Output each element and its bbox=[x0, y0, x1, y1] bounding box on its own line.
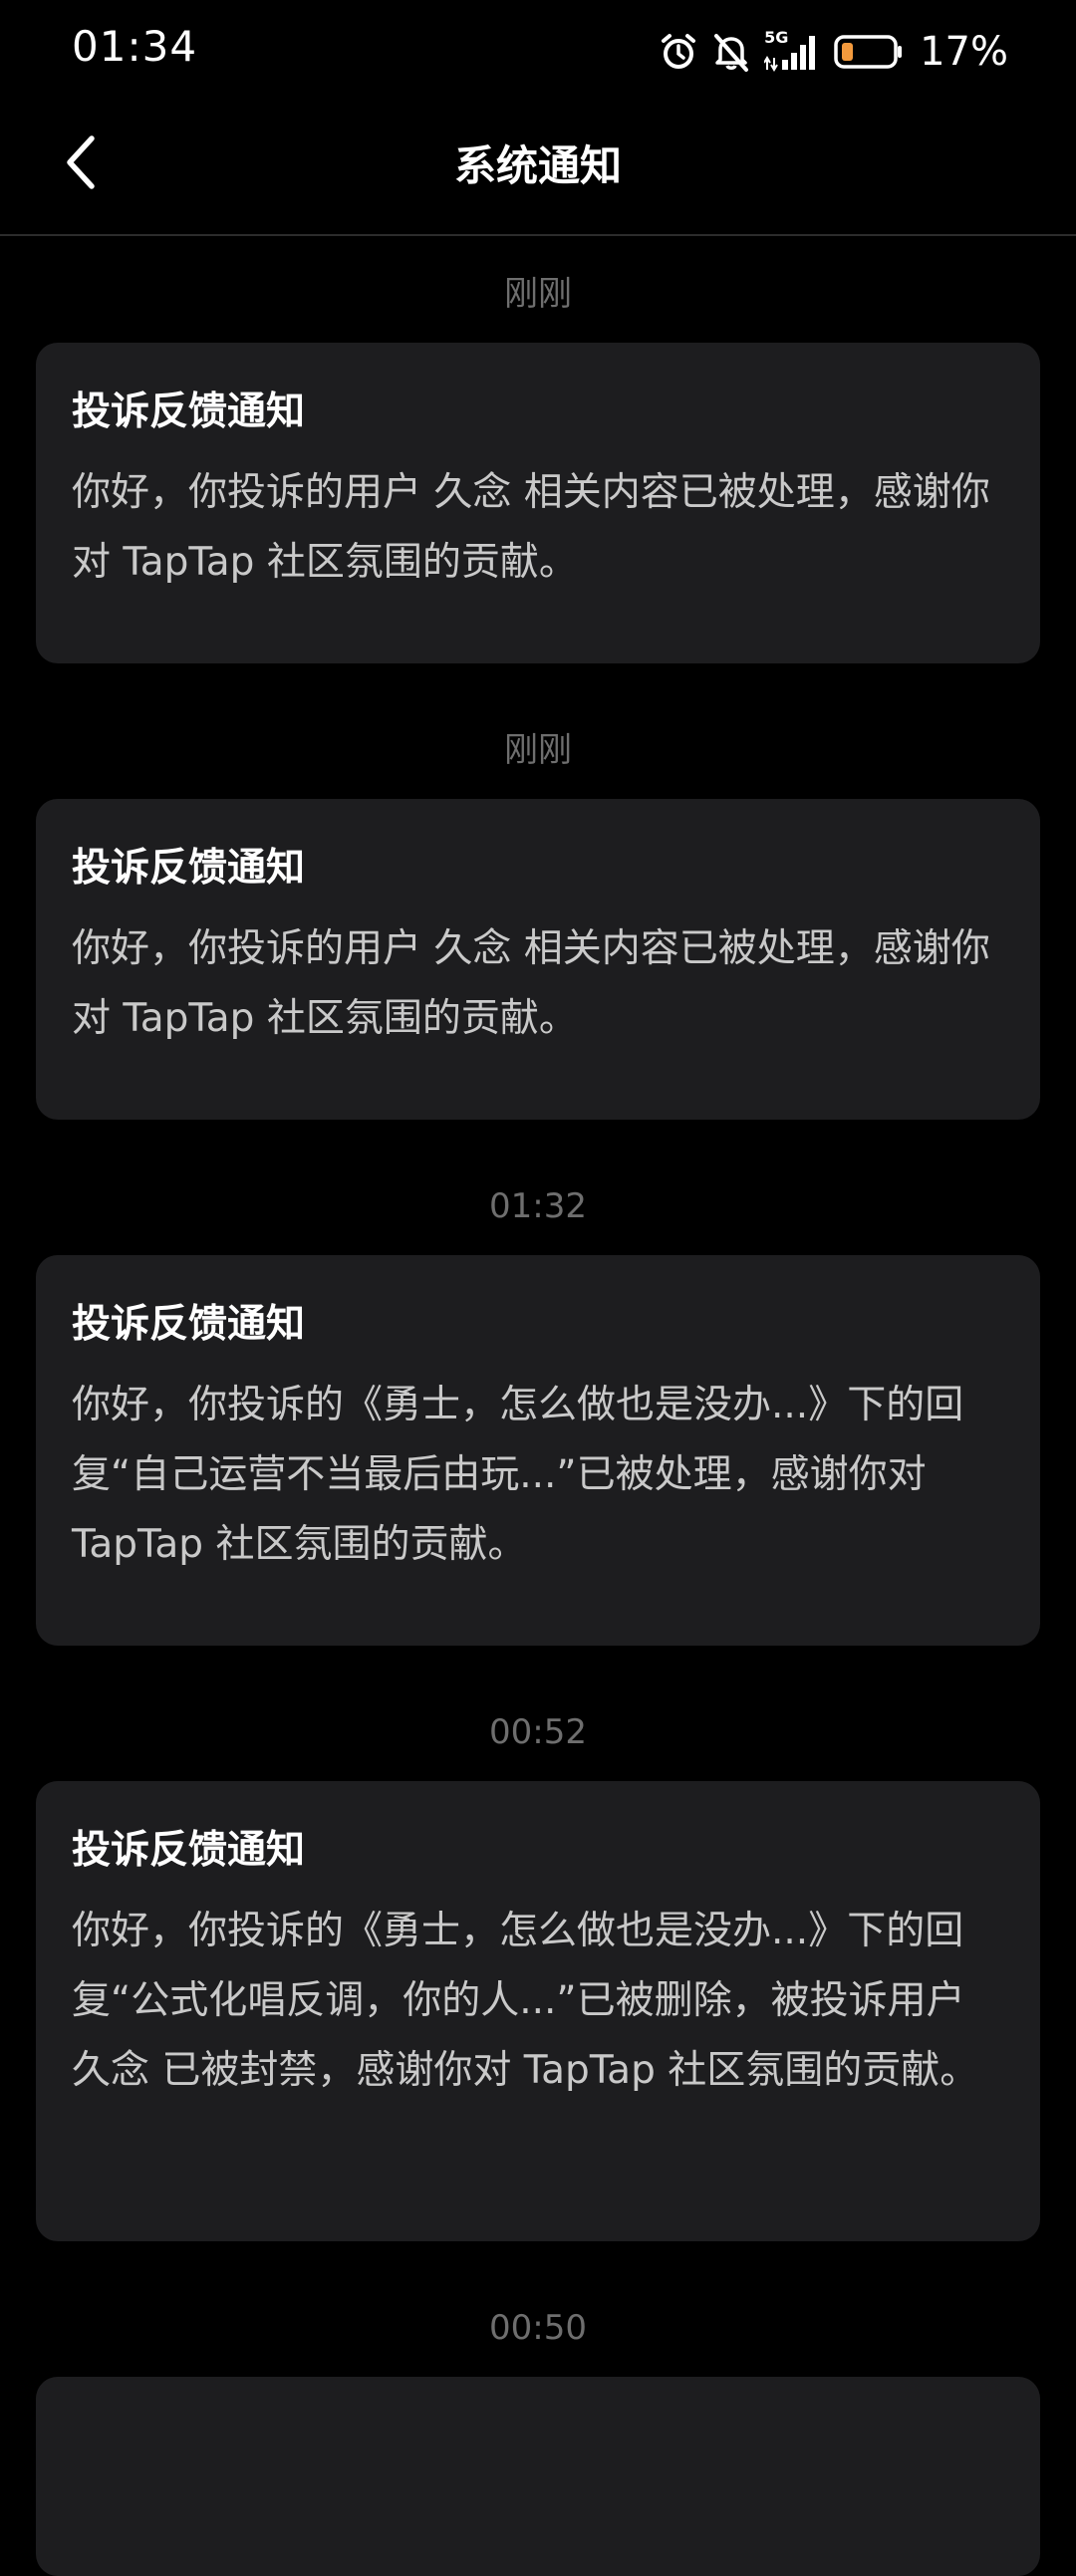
battery-icon bbox=[834, 32, 904, 72]
alarm-icon bbox=[659, 32, 698, 72]
notification-title: 投诉反馈通知 bbox=[72, 846, 306, 891]
notification-body: 你好，你投诉的《勇士，怎么做也是没办...》下的回复“公式化唱反调，你的人...… bbox=[72, 1909, 979, 2093]
notification-card[interactable]: 投诉反馈通知 你好，你投诉的用户 久念 相关内容已被处理，感谢你对 TapTap… bbox=[36, 343, 1040, 663]
status-icons: 5G 17% bbox=[659, 28, 1008, 76]
notification-title: 投诉反馈通知 bbox=[72, 389, 306, 434]
notification-feed[interactable]: 刚刚 投诉反馈通知 你好，你投诉的用户 久念 相关内容已被处理，感谢你对 Tap… bbox=[0, 236, 1076, 2576]
notification-body: 你好，你投诉的用户 久念 相关内容已被处理，感谢你对 TapTap 社区氛围的贡… bbox=[72, 470, 990, 585]
notification-card[interactable]: 投诉反馈通知 你好，你投诉的《勇士，怎么做也是没办...》下的回复“公式化唱反调… bbox=[36, 1781, 1040, 2241]
notification-time: 00:52 bbox=[489, 1712, 587, 1752]
page-title: 系统通知 bbox=[453, 141, 622, 190]
notification-title: 投诉反馈通知 bbox=[72, 1302, 306, 1347]
app-header: 系统通知 bbox=[0, 105, 1076, 236]
network-label: 5G bbox=[764, 28, 789, 47]
status-time: 01:34 bbox=[72, 22, 198, 71]
notification-card[interactable] bbox=[36, 2377, 1040, 2576]
notification-time: 刚刚 bbox=[504, 730, 572, 770]
notification-time: 01:32 bbox=[489, 1186, 587, 1226]
notification-body: 你好，你投诉的用户 久念 相关内容已被处理，感谢你对 TapTap 社区氛围的贡… bbox=[72, 926, 990, 1041]
status-bar: 01:34 5G 17% bbox=[0, 0, 1076, 105]
notification-time: 00:50 bbox=[489, 2308, 587, 2348]
notification-body: 你好，你投诉的《勇士，怎么做也是没办...》下的回复“自己运营不当最后由玩...… bbox=[72, 1383, 964, 1567]
notification-card[interactable]: 投诉反馈通知 你好，你投诉的《勇士，怎么做也是没办...》下的回复“自己运营不当… bbox=[36, 1255, 1040, 1646]
mute-bell-icon bbox=[712, 32, 750, 72]
battery-percent: 17% bbox=[920, 29, 1008, 75]
notification-card[interactable]: 投诉反馈通知 你好，你投诉的用户 久念 相关内容已被处理，感谢你对 TapTap… bbox=[36, 799, 1040, 1120]
signal-5g-icon: 5G bbox=[764, 28, 820, 72]
notification-title: 投诉反馈通知 bbox=[72, 1828, 306, 1873]
notification-time: 刚刚 bbox=[504, 274, 572, 314]
